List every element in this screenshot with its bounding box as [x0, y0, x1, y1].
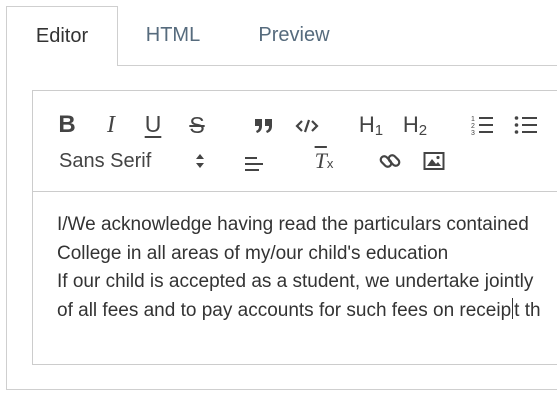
tab-preview[interactable]: Preview	[244, 6, 344, 65]
tab-bar: Editor HTML Preview	[0, 0, 557, 66]
strikethrough-icon: S	[189, 111, 205, 138]
underline-icon: U	[144, 110, 162, 137]
code-button[interactable]	[291, 113, 323, 139]
bullet-list-button[interactable]	[511, 111, 541, 139]
content-line-3: If our child is accepted as a student, w…	[57, 271, 534, 293]
italic-icon: I	[107, 111, 115, 138]
clean-format-button[interactable]: Tx	[309, 147, 339, 175]
content-line-1: I/We acknowledge having read the particu…	[57, 214, 529, 235]
blockquote-icon	[255, 119, 272, 133]
link-icon	[379, 154, 401, 168]
header-1-button[interactable]: H1	[355, 111, 387, 139]
select-arrows-icon	[196, 154, 204, 168]
content-line-2: College in all areas of my/our child's e…	[57, 242, 449, 264]
ordered-list-icon: 1 2 3	[471, 116, 493, 136]
image-button[interactable]	[419, 147, 449, 175]
header-1-icon: H1	[358, 111, 384, 139]
header-2-button[interactable]: H2	[399, 111, 431, 139]
font-select[interactable]: Sans Serif	[59, 147, 209, 175]
image-icon	[423, 152, 445, 170]
blockquote-button[interactable]	[249, 113, 279, 139]
svg-text:2: 2	[471, 123, 475, 130]
code-icon	[295, 119, 319, 133]
bullet-list-icon	[514, 116, 537, 134]
svg-text:1: 1	[471, 116, 475, 123]
content-line-4: of all fees and to pay accounts for such…	[57, 297, 541, 321]
tab-html[interactable]: HTML	[128, 6, 218, 65]
italic-button[interactable]: I	[97, 111, 125, 139]
link-button[interactable]	[375, 147, 405, 175]
strikethrough-button[interactable]: S	[183, 111, 211, 139]
rich-text-editor: B I U S H1 H2 1 2 3 Sans Serif Tx I/We a…	[32, 90, 557, 365]
bold-button[interactable]: B	[53, 111, 81, 139]
bold-icon: B	[58, 111, 76, 138]
ordered-list-button[interactable]: 1 2 3	[467, 111, 497, 139]
font-select-label: Sans Serif	[59, 149, 152, 172]
editor-toolbar: B I U S H1 H2 1 2 3 Sans Serif Tx	[33, 91, 557, 192]
editor-content[interactable]: I/We acknowledge having read the particu…	[57, 211, 557, 325]
svg-text:3: 3	[471, 130, 475, 136]
tab-editor[interactable]: Editor	[6, 6, 118, 66]
header-2-icon: H2	[402, 111, 428, 139]
underline-button[interactable]: U	[139, 109, 167, 139]
clean-format-icon: Tx	[314, 148, 334, 173]
align-icon	[245, 157, 263, 171]
align-button[interactable]	[239, 149, 269, 177]
